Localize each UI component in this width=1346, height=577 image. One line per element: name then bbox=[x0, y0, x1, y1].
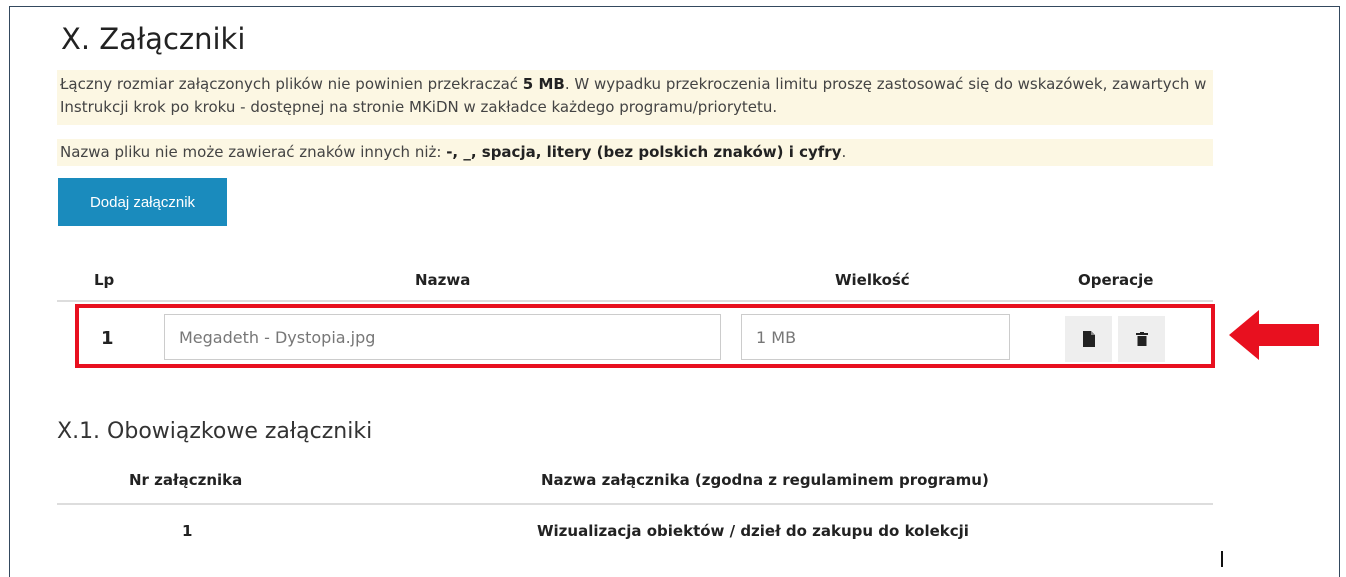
column-header-attachment-name: Nazwa załącznika (zgodna z regulaminem p… bbox=[541, 471, 989, 489]
attachment-number-cell: 1 bbox=[182, 522, 193, 540]
attachment-name-cell: Wizualizacja obiektów / dzieł do zakupu … bbox=[537, 522, 969, 540]
info-text: Nazwa pliku nie może zawierać znaków inn… bbox=[60, 143, 447, 161]
delete-file-button[interactable] bbox=[1118, 316, 1165, 362]
text-cursor bbox=[1221, 551, 1223, 567]
column-header-attachment-number: Nr załącznika bbox=[129, 471, 243, 489]
add-attachment-button[interactable]: Dodaj załącznik bbox=[58, 178, 227, 226]
file-icon bbox=[1082, 331, 1095, 347]
left-arrow-icon bbox=[1229, 310, 1319, 360]
trash-icon bbox=[1135, 332, 1148, 346]
section-title: X. Załączniki bbox=[61, 22, 246, 56]
info-text: . bbox=[841, 143, 847, 161]
column-header-lp: Lp bbox=[94, 271, 115, 289]
table-divider bbox=[57, 300, 1213, 302]
info-text: Łączny rozmiar załączonych plików nie po… bbox=[60, 75, 523, 93]
file-size-field[interactable]: 1 MB bbox=[741, 314, 1010, 360]
column-header-name: Nazwa bbox=[415, 271, 471, 289]
subsection-title: X.1. Obowiązkowe załączniki bbox=[57, 419, 373, 444]
file-name-field[interactable]: Megadeth - Dystopia.jpg bbox=[164, 314, 721, 360]
size-limit-info: Łączny rozmiar załączonych plików nie po… bbox=[57, 70, 1213, 125]
column-header-size: Wielkość bbox=[835, 271, 910, 289]
table-divider bbox=[57, 503, 1213, 505]
view-file-button[interactable] bbox=[1065, 316, 1112, 362]
info-bold: 5 MB bbox=[522, 75, 565, 93]
filename-info: Nazwa pliku nie może zawierać znaków inn… bbox=[57, 139, 1213, 166]
row-number: 1 bbox=[101, 328, 114, 349]
column-header-operations: Operacje bbox=[1078, 271, 1154, 289]
info-bold: -, _, spacja, litery (bez polskich znakó… bbox=[446, 143, 842, 161]
